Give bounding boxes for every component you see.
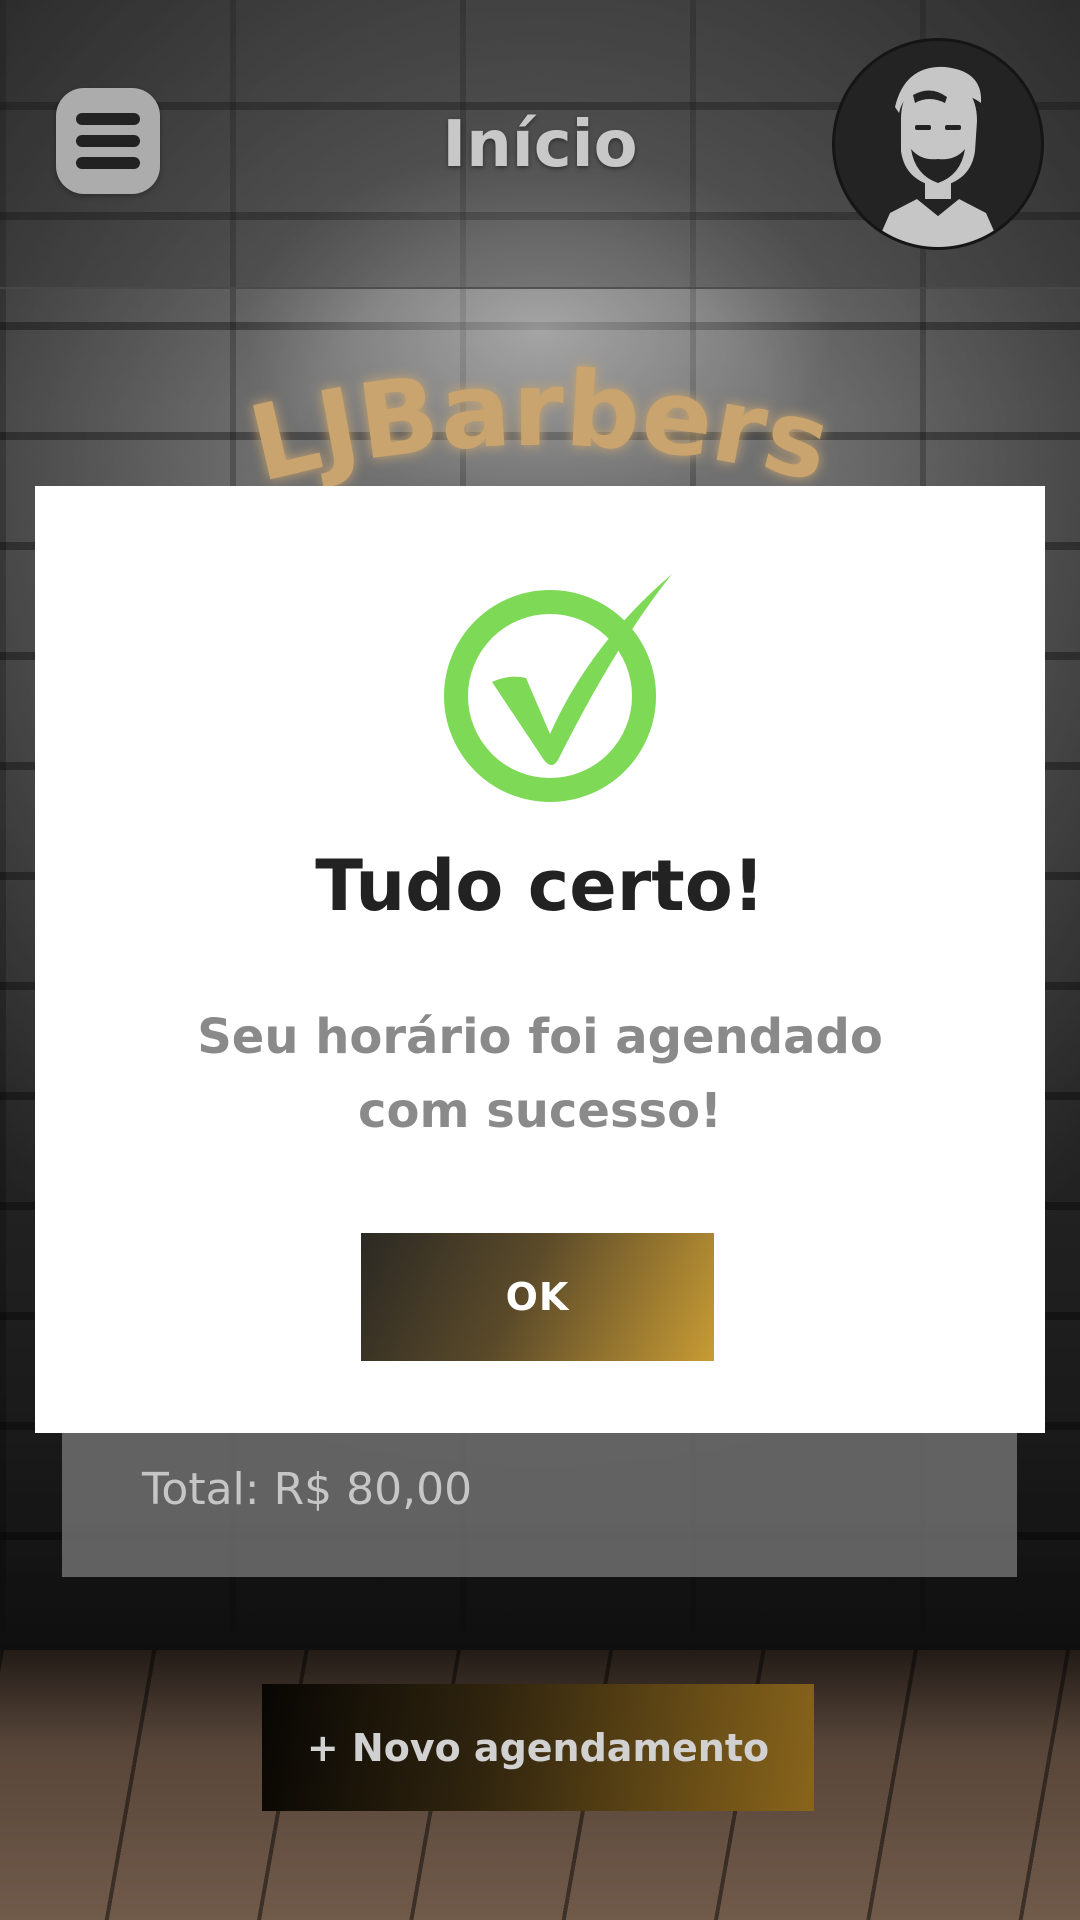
ok-button[interactable]: OK [361,1233,714,1361]
success-check-icon [444,574,672,802]
dialog-title: Tudo certo! [315,845,765,927]
dialog-message-line-2: com sucesso! [358,1083,722,1139]
dialog-message: Seu horário foi agendado com sucesso! [185,1000,895,1148]
dialog-message-line-1: Seu horário foi agendado [197,1009,883,1065]
app-screen: Início LJBarbers Total: R$ 80,00 + Novo … [0,0,1080,1920]
success-dialog: Tudo certo! Seu horário foi agendado com… [35,486,1045,1433]
